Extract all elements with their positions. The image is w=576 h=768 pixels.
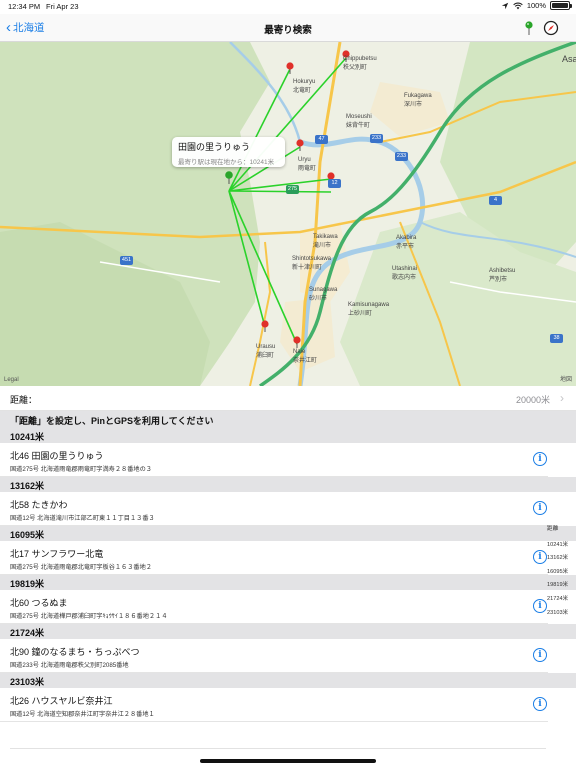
map-attribution: 地図 — [559, 377, 572, 383]
station-address: 国道275号 北海道樺戸郡浦臼町字ｷｮｳｻｲ１８６番地２１４ — [10, 613, 168, 620]
route-shield: 4 — [489, 196, 502, 205]
map-label-fukagawa: Fukagawa 深川市 — [404, 93, 432, 108]
map-label-hokuryu: Hokuryu 北竜町 — [293, 79, 316, 94]
station-name: 北60 つるぬま — [10, 598, 68, 608]
section-header: 19819米 — [0, 575, 576, 590]
map-label-akabira: Akabira 赤平市 — [396, 235, 417, 250]
station-address: 国道275号 北海道雨竜郡北竜町字板谷１６３番地２ — [10, 564, 152, 571]
status-right: 100% — [501, 1, 572, 10]
list-item[interactable]: 北46 田園の里うりゅう 国道275号 北海道雨竜郡雨竜町字満寿２８番地の３ i — [0, 443, 548, 477]
page-title: 最寄り検索 — [264, 25, 312, 36]
section-header: 13162米 — [0, 477, 576, 492]
info-icon[interactable]: i — [533, 697, 547, 711]
callout-title: 田園の里うりゅう — [178, 142, 251, 152]
map-label-shintotsukawa: Shintotsukawa 新十津川町 — [292, 256, 332, 271]
map-legal-link[interactable]: Legal — [4, 377, 19, 383]
info-icon[interactable]: i — [533, 599, 547, 613]
callout-subtitle: 最寄り駅は現在地から：10241米 — [178, 159, 275, 166]
location-arrow-icon — [501, 2, 509, 9]
distance-value: 20000米 — [515, 395, 550, 405]
station-address: 国道12号 北海道空知郡奈井江町字奈井江２８番地１ — [10, 711, 155, 718]
station-name: 北90 鐘のなるまち・ちっぷべつ — [10, 647, 140, 657]
station-address: 国道12号 北海道滝川市江部乙町東１１丁目１３番３ — [10, 515, 155, 522]
section-header: 10241米 — [0, 428, 576, 443]
map-label-urausu: Urausu 浦臼町 — [256, 344, 276, 359]
station-name: 北17 サンフラワー北竜 — [10, 549, 104, 559]
battery-icon — [550, 1, 572, 10]
station-name: 北46 田園の里うりゅう — [10, 451, 104, 461]
info-icon[interactable]: i — [533, 550, 547, 564]
section-index-item[interactable]: 距離 — [547, 523, 576, 537]
status-date: Fri Apr 23 — [46, 2, 79, 11]
section-index-item[interactable]: 16095米 — [547, 566, 576, 580]
route-shield: 12 — [328, 179, 341, 188]
distance-setting-row[interactable]: 距離： 20000米 › — [0, 386, 576, 411]
section-header: 16095米 — [0, 526, 576, 541]
nav-bar: ‹ 北海道 最寄り検索 — [0, 14, 576, 42]
battery-percent: 100% — [526, 1, 546, 10]
map-label-asa: Asa — [562, 54, 576, 64]
map-callout[interactable]: 田園の里うりゅう 最寄り駅は現在地から：10241米 — [172, 137, 285, 167]
route-shield: 233 — [395, 152, 408, 161]
map-label-uryu: Uryu 雨竜町 — [298, 157, 317, 172]
section-index-item[interactable]: 23103米 — [547, 607, 576, 621]
wifi-icon — [513, 2, 523, 9]
section-header: 23103米 — [0, 673, 576, 688]
section-index-item[interactable]: 19819米 — [547, 579, 576, 593]
instruction-header: 「距離」を設定し、PinとGPSを利用してください — [0, 411, 576, 428]
info-icon[interactable]: i — [533, 501, 547, 515]
status-bar: 12:34 PM Fri Apr 23 100% — [0, 0, 576, 14]
map-label-utashinai: Utashinai 歌志内市 — [392, 266, 418, 281]
route-shield: 275 — [286, 185, 299, 194]
home-indicator[interactable] — [200, 759, 376, 763]
list-item[interactable]: 北17 サンフラワー北竜 国道275号 北海道雨竜郡北竜町字板谷１６３番地２ i — [0, 541, 548, 575]
divider — [10, 748, 546, 749]
station-name: 北58 たきかわ — [10, 500, 68, 510]
map-label-chippubetsu: Chippubetsu 秩父別町 — [343, 56, 377, 71]
map-label-takikawa: Takikawa 滝川市 — [313, 234, 338, 249]
section-index[interactable]: 距離 10241米 13162米 16095米 19819米 21724米 23… — [547, 523, 576, 620]
route-shield: 47 — [315, 135, 328, 144]
section-index-item[interactable]: 10241米 — [547, 539, 576, 553]
map-label-kamisunagawa: Kamisunagawa 上砂川町 — [348, 302, 390, 317]
map-label-naie: Naie 奈井江町 — [293, 349, 318, 364]
map-label-sunagawa: Sunagawa 砂川市 — [309, 287, 338, 302]
section-header: 21724米 — [0, 624, 576, 639]
info-icon[interactable]: i — [533, 452, 547, 466]
station-address: 国道275号 北海道雨竜郡雨竜町字満寿２８番地の３ — [10, 466, 152, 473]
status-time: 12:34 PM — [8, 2, 41, 11]
info-icon[interactable]: i — [533, 648, 547, 662]
distance-label: 距離： — [10, 395, 38, 405]
list-item[interactable]: 北26 ハウスヤルビ奈井江 国道12号 北海道空知郡奈井江町字奈井江２８番地１ … — [0, 688, 548, 722]
route-shield: 38 — [550, 334, 563, 343]
route-shield: 451 — [120, 256, 133, 265]
results-list[interactable]: 「距離」を設定し、PinとGPSを利用してください 10241米 北46 田園の… — [0, 411, 576, 722]
route-shield: 233 — [370, 134, 383, 143]
section-index-item[interactable]: 13162米 — [547, 552, 576, 566]
map-canvas — [0, 42, 576, 386]
pin-icon[interactable] — [521, 20, 537, 36]
map-label-ashibetsu: Ashibetsu 芦別市 — [489, 268, 516, 283]
map-label-moseushi: Moseushi 妹背牛町 — [346, 114, 372, 129]
station-name: 北26 ハウスヤルビ奈井江 — [10, 696, 113, 706]
list-item[interactable]: 北60 つるぬま 国道275号 北海道樺戸郡浦臼町字ｷｮｳｻｲ１８６番地２１４ … — [0, 590, 548, 624]
list-item[interactable]: 北58 たきかわ 国道12号 北海道滝川市江部乙町東１１丁目１３番３ i — [0, 492, 548, 526]
station-address: 国道233号 北海道雨竜郡秩父別町2085番地 — [10, 662, 129, 669]
section-index-item[interactable]: 21724米 — [547, 593, 576, 607]
map-view[interactable]: Chippubetsu 秩父別町 Hokuryu 北竜町 Fukagawa 深川市 M… — [0, 42, 576, 386]
chevron-right-icon: › — [560, 391, 564, 405]
list-item[interactable]: 北90 鐘のなるまち・ちっぷべつ 国道233号 北海道雨竜郡秩父別町2085番地… — [0, 639, 548, 673]
compass-icon[interactable] — [543, 20, 559, 36]
